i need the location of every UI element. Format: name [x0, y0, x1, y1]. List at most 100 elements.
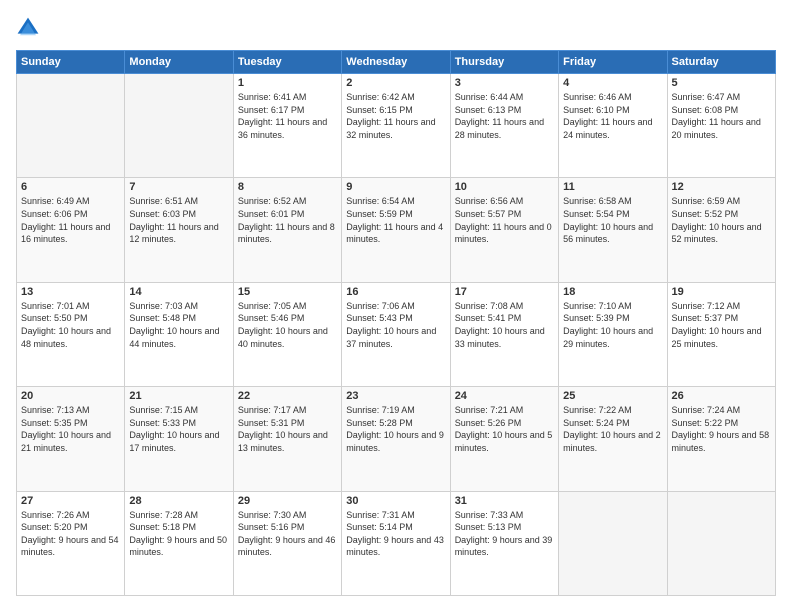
calendar-cell: 24 Sunrise: 7:21 AM Sunset: 5:26 PM Dayli…: [450, 387, 558, 491]
calendar-day-header: Friday: [559, 51, 667, 74]
calendar-cell: 3Sunrise: 6:44 AM Sunset: 6:13 PM Daylig…: [450, 74, 558, 178]
day-info: Sunrise: 6:46 AM Sunset: 6:10 PM Dayligh…: [563, 91, 662, 141]
day-info: Sunrise: 7:10 AM Sunset: 5:39 PM Dayligh…: [563, 300, 662, 350]
page: SundayMondayTuesdayWednesdayThursdayFrid…: [0, 0, 792, 612]
calendar-day-header: Tuesday: [233, 51, 341, 74]
calendar-cell: 23Sunrise: 7:19 AM Sunset: 5:28 PM Dayli…: [342, 387, 450, 491]
calendar-cell: 13 Sunrise: 7:01 AM Sunset: 5:50 PM Dayli…: [17, 282, 125, 386]
day-number: 15: [238, 286, 337, 298]
calendar-cell: 27 Sunrise: 7:26 AM Sunset: 5:20 PM Dayli…: [17, 491, 125, 595]
calendar-cell: [17, 74, 125, 178]
day-number: 20: [21, 390, 120, 402]
calendar-cell: 9 Sunrise: 6:54 AM Sunset: 5:59 PM Daylig…: [342, 178, 450, 282]
calendar-cell: 19 Sunrise: 7:12 AM Sunset: 5:37 PM Dayli…: [667, 282, 775, 386]
day-info: Sunrise: 7:22 AM Sunset: 5:24 PM Dayligh…: [563, 404, 662, 454]
day-number: 16: [346, 286, 445, 298]
day-info: Sunrise: 7:15 AM Sunset: 5:33 PM Dayligh…: [129, 404, 228, 454]
day-number: 12: [672, 181, 771, 193]
day-number: 13: [21, 286, 120, 298]
day-number: 7: [129, 181, 228, 193]
calendar-day-header: Saturday: [667, 51, 775, 74]
day-number: 22: [238, 390, 337, 402]
calendar-cell: 10Sunrise: 6:56 AM Sunset: 5:57 PM Dayli…: [450, 178, 558, 282]
calendar-week-row: 20 Sunrise: 7:13 AM Sunset: 5:35 PM Dayli…: [17, 387, 776, 491]
logo: [16, 16, 44, 40]
calendar-cell: [125, 74, 233, 178]
calendar-cell: 2Sunrise: 6:42 AM Sunset: 6:15 PM Daylig…: [342, 74, 450, 178]
calendar-cell: 17 Sunrise: 7:08 AM Sunset: 5:41 PM Dayli…: [450, 282, 558, 386]
day-number: 30: [346, 495, 445, 507]
calendar-cell: 18 Sunrise: 7:10 AM Sunset: 5:39 PM Dayli…: [559, 282, 667, 386]
calendar-cell: 15 Sunrise: 7:05 AM Sunset: 5:46 PM Dayli…: [233, 282, 341, 386]
day-number: 21: [129, 390, 228, 402]
day-info: Sunrise: 6:47 AM Sunset: 6:08 PM Dayligh…: [672, 91, 771, 141]
day-info: Sunrise: 6:51 AM Sunset: 6:03 PM Dayligh…: [129, 195, 228, 245]
day-info: Sunrise: 7:24 AM Sunset: 5:22 PM Dayligh…: [672, 404, 771, 454]
calendar-cell: 30 Sunrise: 7:31 AM Sunset: 5:14 PM Dayli…: [342, 491, 450, 595]
calendar-cell: 6Sunrise: 6:49 AM Sunset: 6:06 PM Daylig…: [17, 178, 125, 282]
day-number: 18: [563, 286, 662, 298]
calendar-day-header: Monday: [125, 51, 233, 74]
day-number: 8: [238, 181, 337, 193]
day-info: Sunrise: 6:44 AM Sunset: 6:13 PM Dayligh…: [455, 91, 554, 141]
day-number: 14: [129, 286, 228, 298]
header: [16, 16, 776, 40]
calendar-day-header: Sunday: [17, 51, 125, 74]
calendar-cell: 4 Sunrise: 6:46 AM Sunset: 6:10 PM Daylig…: [559, 74, 667, 178]
day-info: Sunrise: 6:52 AM Sunset: 6:01 PM Dayligh…: [238, 195, 337, 245]
day-number: 10: [455, 181, 554, 193]
day-number: 19: [672, 286, 771, 298]
calendar-cell: 20 Sunrise: 7:13 AM Sunset: 5:35 PM Dayli…: [17, 387, 125, 491]
day-number: 31: [455, 495, 554, 507]
day-info: Sunrise: 7:30 AM Sunset: 5:16 PM Dayligh…: [238, 509, 337, 559]
calendar-day-header: Wednesday: [342, 51, 450, 74]
calendar-cell: 16 Sunrise: 7:06 AM Sunset: 5:43 PM Dayli…: [342, 282, 450, 386]
day-number: 4: [563, 77, 662, 89]
calendar-header-row: SundayMondayTuesdayWednesdayThursdayFrid…: [17, 51, 776, 74]
day-info: Sunrise: 7:12 AM Sunset: 5:37 PM Dayligh…: [672, 300, 771, 350]
calendar-cell: 29Sunrise: 7:30 AM Sunset: 5:16 PM Dayli…: [233, 491, 341, 595]
calendar-cell: 25 Sunrise: 7:22 AM Sunset: 5:24 PM Dayli…: [559, 387, 667, 491]
day-number: 25: [563, 390, 662, 402]
day-info: Sunrise: 7:13 AM Sunset: 5:35 PM Dayligh…: [21, 404, 120, 454]
calendar-cell: 26Sunrise: 7:24 AM Sunset: 5:22 PM Dayli…: [667, 387, 775, 491]
day-info: Sunrise: 6:41 AM Sunset: 6:17 PM Dayligh…: [238, 91, 337, 141]
day-info: Sunrise: 7:26 AM Sunset: 5:20 PM Dayligh…: [21, 509, 120, 559]
calendar-week-row: 6Sunrise: 6:49 AM Sunset: 6:06 PM Daylig…: [17, 178, 776, 282]
day-info: Sunrise: 7:31 AM Sunset: 5:14 PM Dayligh…: [346, 509, 445, 559]
calendar-day-header: Thursday: [450, 51, 558, 74]
day-number: 24: [455, 390, 554, 402]
calendar-week-row: 13 Sunrise: 7:01 AM Sunset: 5:50 PM Dayli…: [17, 282, 776, 386]
day-info: Sunrise: 6:49 AM Sunset: 6:06 PM Dayligh…: [21, 195, 120, 245]
calendar-cell: 31Sunrise: 7:33 AM Sunset: 5:13 PM Dayli…: [450, 491, 558, 595]
calendar-week-row: 27 Sunrise: 7:26 AM Sunset: 5:20 PM Dayli…: [17, 491, 776, 595]
day-info: Sunrise: 7:19 AM Sunset: 5:28 PM Dayligh…: [346, 404, 445, 454]
logo-icon: [16, 16, 40, 40]
day-info: Sunrise: 7:06 AM Sunset: 5:43 PM Dayligh…: [346, 300, 445, 350]
day-info: Sunrise: 7:05 AM Sunset: 5:46 PM Dayligh…: [238, 300, 337, 350]
day-info: Sunrise: 6:58 AM Sunset: 5:54 PM Dayligh…: [563, 195, 662, 245]
calendar-cell: 14 Sunrise: 7:03 AM Sunset: 5:48 PM Dayli…: [125, 282, 233, 386]
day-info: Sunrise: 7:01 AM Sunset: 5:50 PM Dayligh…: [21, 300, 120, 350]
day-number: 11: [563, 181, 662, 193]
day-info: Sunrise: 7:08 AM Sunset: 5:41 PM Dayligh…: [455, 300, 554, 350]
calendar-cell: 7 Sunrise: 6:51 AM Sunset: 6:03 PM Daylig…: [125, 178, 233, 282]
day-number: 2: [346, 77, 445, 89]
calendar-cell: 21 Sunrise: 7:15 AM Sunset: 5:33 PM Dayli…: [125, 387, 233, 491]
calendar-week-row: 1 Sunrise: 6:41 AM Sunset: 6:17 PM Daylig…: [17, 74, 776, 178]
day-info: Sunrise: 6:54 AM Sunset: 5:59 PM Dayligh…: [346, 195, 445, 245]
calendar-cell: 1 Sunrise: 6:41 AM Sunset: 6:17 PM Daylig…: [233, 74, 341, 178]
day-number: 27: [21, 495, 120, 507]
day-number: 17: [455, 286, 554, 298]
day-info: Sunrise: 7:21 AM Sunset: 5:26 PM Dayligh…: [455, 404, 554, 454]
day-info: Sunrise: 7:03 AM Sunset: 5:48 PM Dayligh…: [129, 300, 228, 350]
day-info: Sunrise: 7:17 AM Sunset: 5:31 PM Dayligh…: [238, 404, 337, 454]
calendar-cell: 28Sunrise: 7:28 AM Sunset: 5:18 PM Dayli…: [125, 491, 233, 595]
day-info: Sunrise: 6:59 AM Sunset: 5:52 PM Dayligh…: [672, 195, 771, 245]
day-number: 28: [129, 495, 228, 507]
day-number: 9: [346, 181, 445, 193]
calendar-cell: [559, 491, 667, 595]
day-number: 1: [238, 77, 337, 89]
calendar-cell: 11 Sunrise: 6:58 AM Sunset: 5:54 PM Dayli…: [559, 178, 667, 282]
calendar-cell: [667, 491, 775, 595]
